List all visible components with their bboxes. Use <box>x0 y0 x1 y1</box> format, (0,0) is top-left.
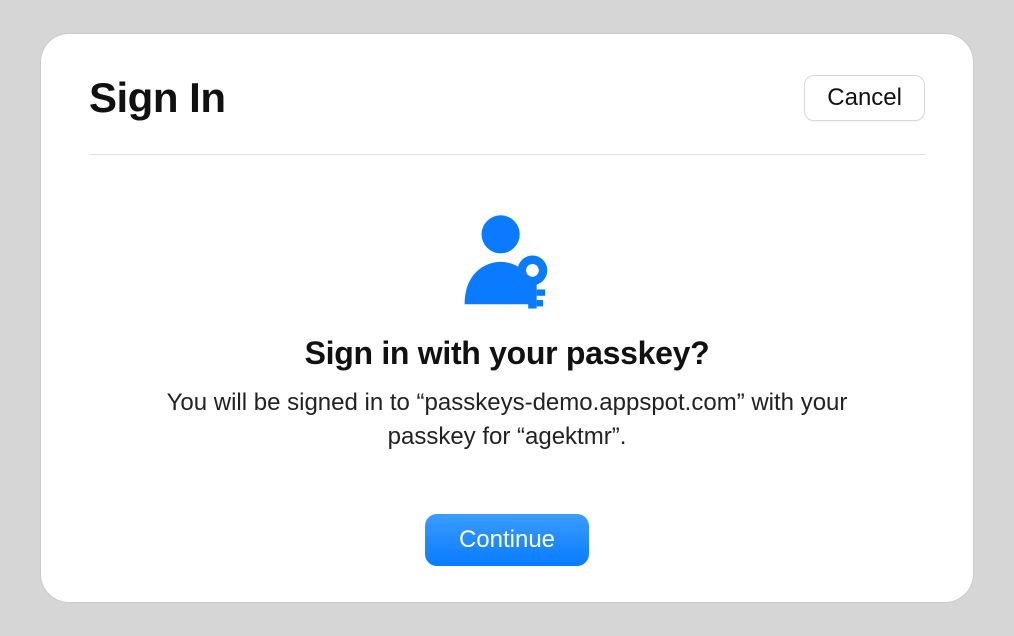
prompt-description: You will be signed in to “passkeys-demo.… <box>137 386 877 453</box>
dialog-header: Sign In Cancel <box>89 74 925 155</box>
sign-in-dialog: Sign In Cancel Sign in with your passkey… <box>41 34 973 602</box>
dialog-footer: Continue <box>89 490 925 566</box>
passkey-user-key-icon <box>454 211 560 317</box>
prompt-heading: Sign in with your passkey? <box>305 335 710 372</box>
dialog-title: Sign In <box>89 74 226 122</box>
continue-button[interactable]: Continue <box>425 514 589 566</box>
cancel-button[interactable]: Cancel <box>804 75 925 121</box>
dialog-body: Sign in with your passkey? You will be s… <box>89 155 925 490</box>
